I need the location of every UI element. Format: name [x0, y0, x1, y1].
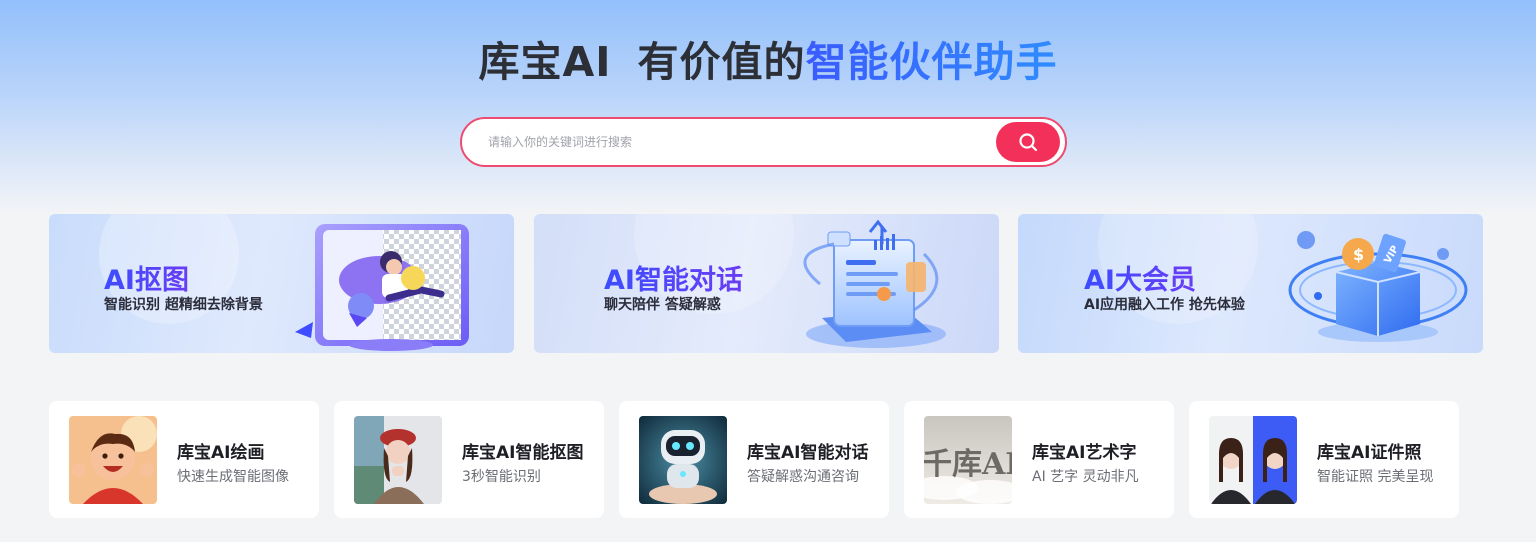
tool-card-title: 库宝AI证件照 — [1317, 443, 1422, 463]
tool-card-ai-painting[interactable]: 库宝AI绘画 快速生成智能图像 — [49, 401, 319, 518]
tool-card-desc: 智能证照 完美呈现 — [1317, 469, 1434, 485]
tool-card-ai-chat[interactable]: 库宝AI智能对话 答疑解惑沟通咨询 — [619, 401, 889, 518]
art-text-glyphs: 千库AI — [924, 447, 1012, 482]
banner-ai-vip[interactable]: $ VIP AI大会员 AI应用融入工作 抢先体验 — [1018, 214, 1483, 353]
page-title: 库宝AI 有价值的智能伙伴助手 — [0, 28, 1536, 88]
banner-ai-cutout[interactable]: AI抠图 智能识别 超精细去除背景 — [49, 214, 514, 353]
art-text-thumb: 千库AI — [924, 416, 1012, 504]
title-brand: 库宝AI — [478, 38, 612, 86]
svg-text:$: $ — [1353, 245, 1364, 264]
tool-card-desc: AI 艺字 灵动非凡 — [1032, 469, 1139, 485]
robot-thumb — [639, 416, 727, 504]
tool-card-title: 库宝AI智能抠图 — [462, 443, 584, 463]
tool-card-title: 库宝AI艺术字 — [1032, 443, 1137, 463]
tool-card-ai-cutout[interactable]: 库宝AI智能抠图 3秒智能识别 — [334, 401, 604, 518]
woman-portrait-thumb — [354, 416, 442, 504]
tool-card-desc: 答疑解惑沟通咨询 — [747, 469, 859, 485]
tool-card-ai-id-photo[interactable]: 库宝AI证件照 智能证照 完美呈现 — [1189, 401, 1459, 518]
banner-title: AI大会员 — [1084, 258, 1196, 297]
id-photo-thumb — [1209, 416, 1297, 504]
banner-subtitle: AI应用融入工作 抢先体验 — [1084, 297, 1245, 313]
tool-card-desc: 快速生成智能图像 — [177, 469, 289, 485]
search-icon — [1019, 133, 1038, 152]
tool-card-desc: 3秒智能识别 — [462, 469, 541, 485]
tool-card-title: 库宝AI智能对话 — [747, 443, 869, 463]
search-bar — [460, 117, 1067, 167]
search-input[interactable] — [488, 119, 988, 165]
title-accent: 智能伙伴助手 — [805, 38, 1058, 86]
banner-subtitle: 智能识别 超精细去除背景 — [104, 297, 263, 313]
banner-title: AI智能对话 — [604, 258, 743, 297]
banner-title: AI抠图 — [104, 258, 189, 297]
banner-subtitle: 聊天陪伴 答疑解惑 — [604, 297, 721, 313]
tool-card-ai-art-text[interactable]: 千库AI 库宝AI艺术字 AI 艺字 灵动非凡 — [904, 401, 1174, 518]
search-button[interactable] — [996, 122, 1060, 162]
title-prefix: 有价值的 — [637, 38, 806, 86]
banner-ai-chat[interactable]: AI智能对话 聊天陪伴 答疑解惑 — [534, 214, 999, 353]
cartoon-boy-thumb — [69, 416, 157, 504]
tool-card-title: 库宝AI绘画 — [177, 443, 265, 463]
